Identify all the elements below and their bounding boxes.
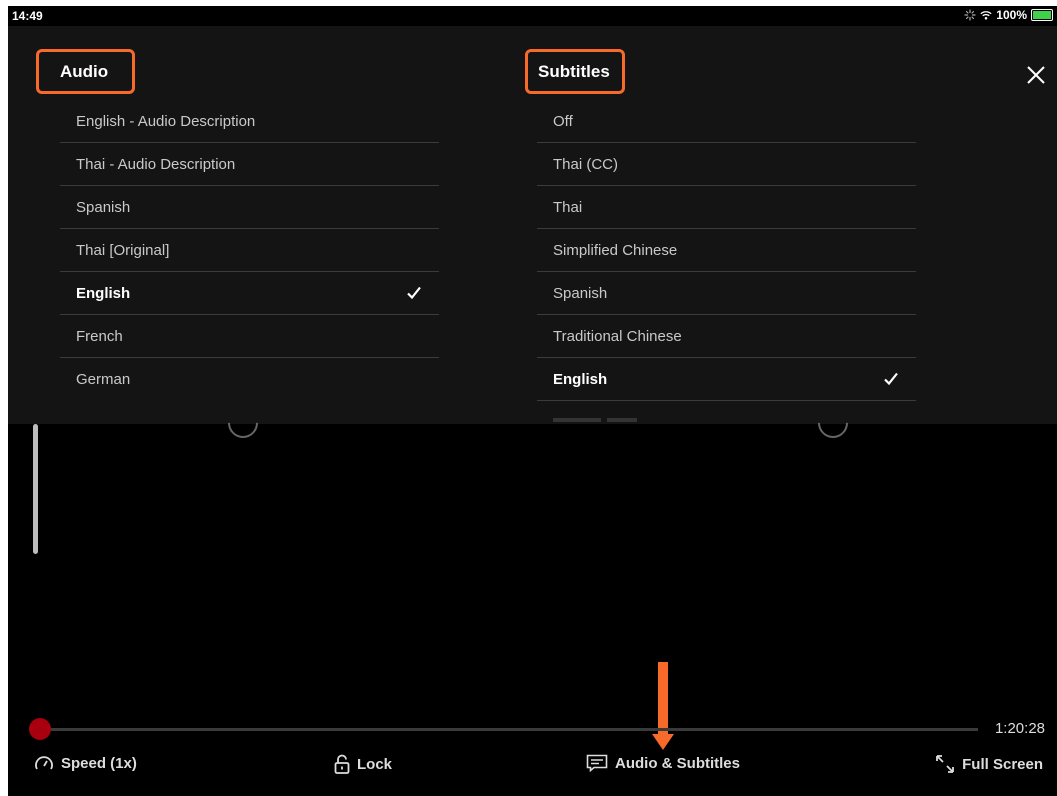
audio-option[interactable]: French <box>60 315 439 358</box>
subtitles-icon <box>586 754 608 772</box>
lock-label: Lock <box>357 755 393 773</box>
unlock-icon <box>334 754 350 774</box>
subtitle-option[interactable]: Simplified Chinese <box>537 229 916 272</box>
audio-subtitles-button[interactable]: Audio & Subtitles <box>586 754 740 772</box>
audio-list: English - Audio Description Thai - Audio… <box>60 100 439 401</box>
audio-option-label: Spanish <box>76 198 131 216</box>
subtitle-option[interactable]: Thai <box>537 186 916 229</box>
subtitle-option-label: Traditional Chinese <box>553 327 682 345</box>
full-screen-button[interactable]: Full Screen <box>935 754 1043 774</box>
subtitle-option-label: English <box>553 370 608 388</box>
audio-option-label: English - Audio Description <box>76 112 256 130</box>
audio-subtitles-label: Audio & Subtitles <box>615 754 740 772</box>
player-controls: Speed (1x) Lock Audio & Subtitles Full S… <box>8 754 1057 782</box>
audio-option-label: Thai [Original] <box>76 241 170 259</box>
checkmark-icon <box>407 286 421 300</box>
video-player-screen: 14:49 100% Audio Subtitles English - Aud… <box>8 6 1057 796</box>
subtitle-option-label: Simplified Chinese <box>553 241 678 259</box>
audio-header: Audio <box>36 49 135 94</box>
checkmark-icon <box>884 372 898 386</box>
status-right: 100% <box>964 8 1053 22</box>
subtitle-option-label: Spanish <box>553 284 608 302</box>
annotation-arrow-icon <box>652 662 674 750</box>
battery-icon <box>1031 9 1053 21</box>
audio-option[interactable]: German <box>60 358 439 401</box>
progress-knob[interactable] <box>29 718 51 740</box>
battery-percent: 100% <box>996 8 1027 22</box>
wifi-icon <box>980 11 992 20</box>
close-icon[interactable] <box>1025 64 1047 86</box>
speed-label: Speed (1x) <box>61 754 137 772</box>
audio-option-label: English <box>76 284 131 302</box>
subtitles-list: Off Thai (CC) Thai Simplified Chinese Sp… <box>537 100 916 401</box>
lock-button[interactable]: Lock <box>334 754 392 774</box>
subtitle-option[interactable]: Off <box>537 100 916 143</box>
speed-button[interactable]: Speed (1x) <box>34 754 137 772</box>
audio-option-label: German <box>76 371 131 388</box>
subtitle-option-selected[interactable]: English <box>537 358 916 401</box>
time-remaining: 1:20:28 <box>994 720 1045 737</box>
status-bar: 14:49 100% <box>8 6 1057 26</box>
audio-option[interactable]: Thai [Original] <box>60 229 439 272</box>
status-time: 14:49 <box>12 9 43 23</box>
audio-option[interactable]: English - Audio Description <box>60 100 439 143</box>
audio-option-selected[interactable]: English <box>60 272 439 315</box>
audio-option[interactable]: Thai - Audio Description <box>60 143 439 186</box>
full-screen-label: Full Screen <box>962 755 1043 773</box>
subtitles-list-overflow-hint <box>553 418 673 422</box>
subtitle-option-label: Thai <box>553 198 583 216</box>
audio-option-label: French <box>76 327 123 345</box>
speedometer-icon <box>35 756 53 770</box>
subtitle-option[interactable]: Thai (CC) <box>537 143 916 186</box>
subtitle-option-label: Off <box>553 112 573 130</box>
audio-subtitles-panel: Audio Subtitles English - Audio Descript… <box>8 26 1057 424</box>
progress-bar[interactable] <box>29 718 978 740</box>
brightness-slider[interactable] <box>33 424 38 554</box>
expand-icon <box>936 755 955 773</box>
activity-spinner-icon <box>964 9 976 21</box>
audio-option[interactable]: Spanish <box>60 186 439 229</box>
subtitle-option[interactable]: Traditional Chinese <box>537 315 916 358</box>
subtitles-header: Subtitles <box>525 49 625 94</box>
subtitle-option[interactable]: Spanish <box>537 272 916 315</box>
audio-option-label: Thai - Audio Description <box>76 155 236 173</box>
subtitle-option-label: Thai (CC) <box>553 155 619 173</box>
